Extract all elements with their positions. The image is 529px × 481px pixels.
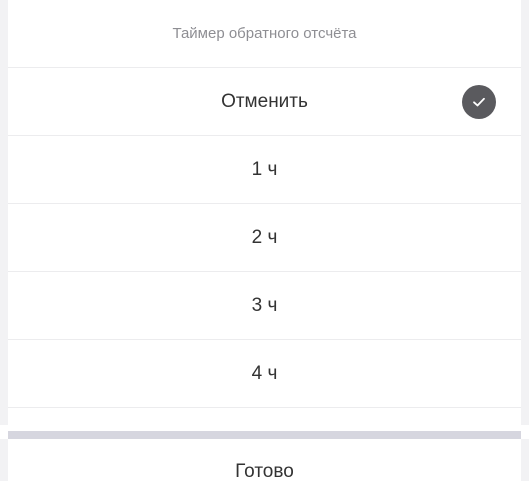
sheet-title: Таймер обратного отсчёта [172, 25, 357, 42]
checkmark-circle-icon [462, 84, 496, 119]
sheet-header: Таймер обратного отсчёта [8, 0, 521, 68]
option-cancel[interactable]: Отменить [8, 68, 521, 136]
sheet-edge-right [521, 0, 529, 425]
option-label: Отменить [221, 90, 308, 112]
countdown-timer-sheet: Таймер обратного отсчёта Отменить 1 ч 2 … [0, 0, 529, 481]
option-partial-row [8, 408, 521, 425]
sheet-edge-bottom-left [0, 439, 8, 481]
option-label: 1 ч [251, 158, 278, 180]
section-separator [8, 431, 521, 439]
sheet-edge-left [0, 0, 8, 425]
option-4h[interactable]: 4 ч [8, 340, 521, 408]
option-3h[interactable]: 3 ч [8, 272, 521, 340]
option-label: 2 ч [251, 226, 278, 248]
sheet-edge-bottom-right [521, 439, 529, 481]
option-label: 4 ч [251, 362, 278, 384]
done-button[interactable]: Готово [8, 439, 521, 481]
option-1h[interactable]: 1 ч [8, 136, 521, 204]
option-2h[interactable]: 2 ч [8, 204, 521, 272]
option-label: 3 ч [251, 294, 278, 316]
done-label: Готово [235, 461, 294, 481]
